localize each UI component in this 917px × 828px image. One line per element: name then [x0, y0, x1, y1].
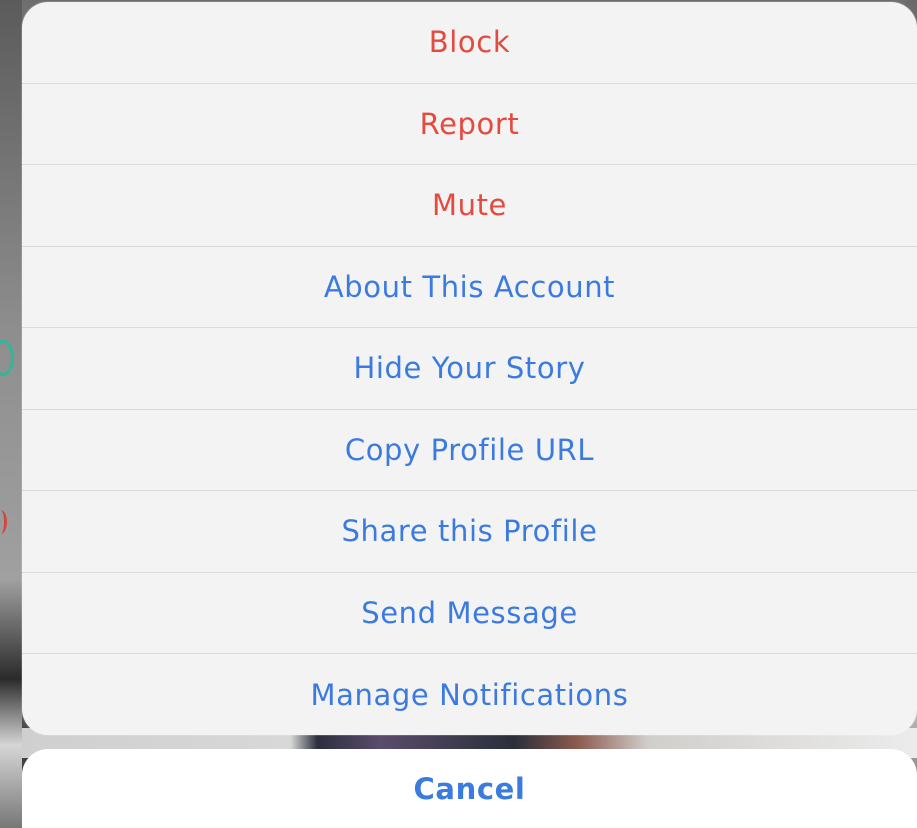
- about-this-account-button[interactable]: About This Account: [22, 247, 917, 328]
- cancel-button[interactable]: Cancel: [22, 749, 917, 828]
- report-button[interactable]: Report: [22, 84, 917, 165]
- copy-profile-url-button[interactable]: Copy Profile URL: [22, 410, 917, 491]
- profile-options-action-sheet: Block Report Mute About This Account Hid…: [22, 2, 917, 735]
- send-message-button[interactable]: Send Message: [22, 573, 917, 654]
- manage-notifications-button[interactable]: Manage Notifications: [22, 654, 917, 735]
- block-button[interactable]: Block: [22, 2, 917, 84]
- background-content-left: [0, 0, 22, 828]
- mute-button[interactable]: Mute: [22, 165, 917, 247]
- hide-your-story-button[interactable]: Hide Your Story: [22, 328, 917, 410]
- share-profile-button[interactable]: Share this Profile: [22, 491, 917, 573]
